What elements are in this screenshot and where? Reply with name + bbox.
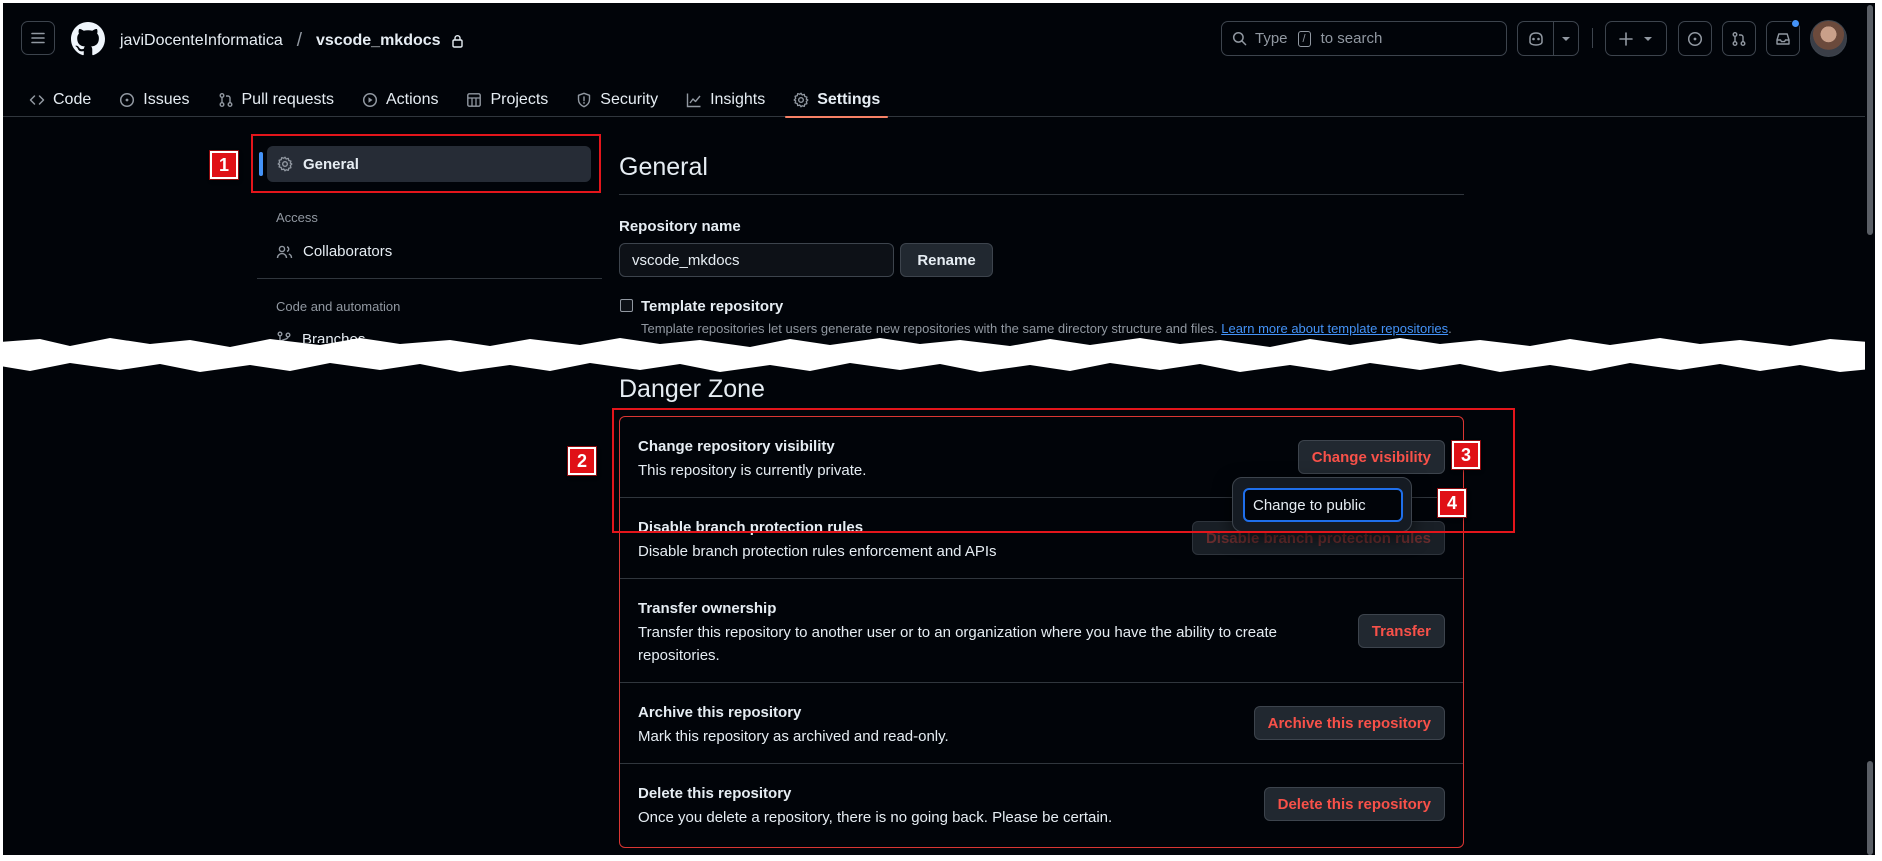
issue-icon	[120, 92, 135, 108]
tab-code[interactable]: Code	[29, 83, 91, 117]
your-issues-button[interactable]	[1678, 21, 1712, 56]
annotation-marker-4: 4	[1438, 489, 1466, 517]
plus-icon	[1619, 31, 1633, 46]
danger-row-title: Delete this repository	[638, 785, 792, 802]
gear-icon	[793, 92, 809, 108]
template-repository-label: Template repository	[641, 298, 784, 315]
tab-label: Issues	[143, 91, 190, 108]
tab-label: Code	[53, 91, 92, 108]
copilot-dropdown-button[interactable]	[1554, 22, 1578, 55]
danger-zone-title: Danger Zone	[619, 375, 765, 403]
archive-repository-button[interactable]: Archive this repository	[1253, 706, 1445, 740]
danger-row-transfer: Transfer ownership Transfer this reposit…	[620, 579, 1463, 683]
danger-row-delete: Delete this repository Once you delete a…	[620, 764, 1463, 847]
annotation-box-visibility	[612, 408, 1515, 533]
search-input[interactable]: Type / to search	[1221, 21, 1507, 56]
repo-nav-tabs: Code Issues Pull requests Actions Projec…	[29, 83, 908, 118]
browser-viewport: javiDocenteInformatica / vscode_mkdocs T…	[3, 3, 1875, 855]
github-logo-icon[interactable]	[71, 22, 105, 56]
caret-down-icon	[1644, 36, 1652, 41]
sidebar-divider	[257, 278, 602, 279]
transfer-button[interactable]: Transfer	[1357, 614, 1445, 648]
inbox-icon	[1776, 32, 1790, 45]
delete-repository-button[interactable]: Delete this repository	[1263, 787, 1445, 821]
graph-icon	[686, 93, 701, 108]
tab-issues[interactable]: Issues	[119, 83, 190, 117]
danger-row-archive: Archive this repository Mark this reposi…	[620, 683, 1463, 764]
scrollbar-thumb[interactable]	[1867, 761, 1873, 855]
search-shortcut-key: /	[1297, 30, 1311, 47]
repo-header: javiDocenteInformatica / vscode_mkdocs T…	[3, 3, 1875, 118]
your-pull-requests-button[interactable]	[1722, 21, 1756, 56]
people-icon	[276, 245, 293, 258]
danger-row-description: Mark this repository as archived and rea…	[638, 728, 949, 745]
repo-link[interactable]: vscode_mkdocs	[316, 32, 441, 50]
tab-label: Settings	[817, 91, 881, 108]
danger-row-title: Transfer ownership	[638, 600, 777, 617]
sidebar-item-collaborators[interactable]: Collaborators	[276, 243, 392, 260]
caret-down-icon	[1562, 36, 1570, 41]
create-new-button[interactable]	[1605, 21, 1667, 56]
tab-settings[interactable]: Settings	[785, 83, 889, 118]
copilot-icon	[1528, 31, 1543, 46]
tab-label: Projects	[490, 91, 549, 108]
pull-request-icon	[219, 93, 232, 107]
header-divider	[1592, 28, 1593, 48]
danger-row-description: Transfer this repository to another user…	[638, 624, 1277, 664]
table-icon	[467, 93, 482, 107]
tab-projects[interactable]: Projects	[466, 83, 548, 117]
tab-label: Insights	[710, 91, 766, 108]
copilot-button[interactable]	[1518, 22, 1554, 55]
torn-page-break	[3, 338, 1875, 372]
annotation-marker-1: 1	[210, 151, 238, 179]
tab-actions[interactable]: Actions	[362, 83, 438, 117]
tab-pull-requests[interactable]: Pull requests	[218, 83, 335, 117]
breadcrumb: javiDocenteInformatica / vscode_mkdocs	[120, 30, 464, 52]
sidebar-item-label: Collaborators	[303, 243, 393, 260]
play-icon	[362, 92, 378, 108]
owner-link[interactable]: javiDocenteInformatica	[120, 32, 283, 50]
annotation-marker-2: 2	[568, 447, 596, 475]
tab-label: Security	[600, 91, 659, 108]
page-title: General	[619, 153, 708, 181]
tab-insights[interactable]: Insights	[686, 83, 765, 117]
template-repository-checkbox[interactable]	[620, 299, 633, 312]
lock-icon	[451, 35, 463, 48]
annotation-marker-3: 3	[1452, 441, 1480, 469]
search-placeholder-prefix: Type	[1255, 30, 1288, 47]
tab-security[interactable]: Security	[576, 83, 658, 117]
code-icon	[29, 95, 45, 105]
scrollbar-thumb[interactable]	[1867, 5, 1873, 235]
repository-name-input[interactable]	[619, 243, 894, 277]
shield-icon	[578, 92, 591, 108]
issue-icon	[1687, 31, 1703, 46]
sidebar-heading-access: Access	[276, 210, 318, 225]
menu-button[interactable]	[21, 21, 55, 55]
copilot-button-group	[1517, 21, 1579, 56]
danger-row-title: Archive this repository	[638, 704, 802, 721]
pull-request-icon	[1732, 31, 1746, 46]
title-divider	[619, 194, 1464, 195]
hamburger-icon	[31, 32, 45, 44]
tab-label: Pull requests	[241, 91, 335, 108]
danger-row-description: Disable branch protection rules enforcem…	[638, 543, 997, 560]
search-placeholder-suffix: to search	[1320, 30, 1383, 47]
rename-button[interactable]: Rename	[900, 243, 993, 277]
search-icon	[1232, 31, 1247, 46]
tab-label: Actions	[386, 91, 439, 108]
unread-notification-dot	[1791, 19, 1800, 28]
sidebar-heading-code-automation: Code and automation	[276, 299, 401, 314]
repository-name-label: Repository name	[619, 218, 741, 235]
breadcrumb-separator: /	[296, 30, 303, 51]
annotation-box-general	[251, 134, 601, 193]
user-avatar[interactable]	[1810, 20, 1847, 57]
danger-row-description: Once you delete a repository, there is n…	[638, 809, 1113, 826]
